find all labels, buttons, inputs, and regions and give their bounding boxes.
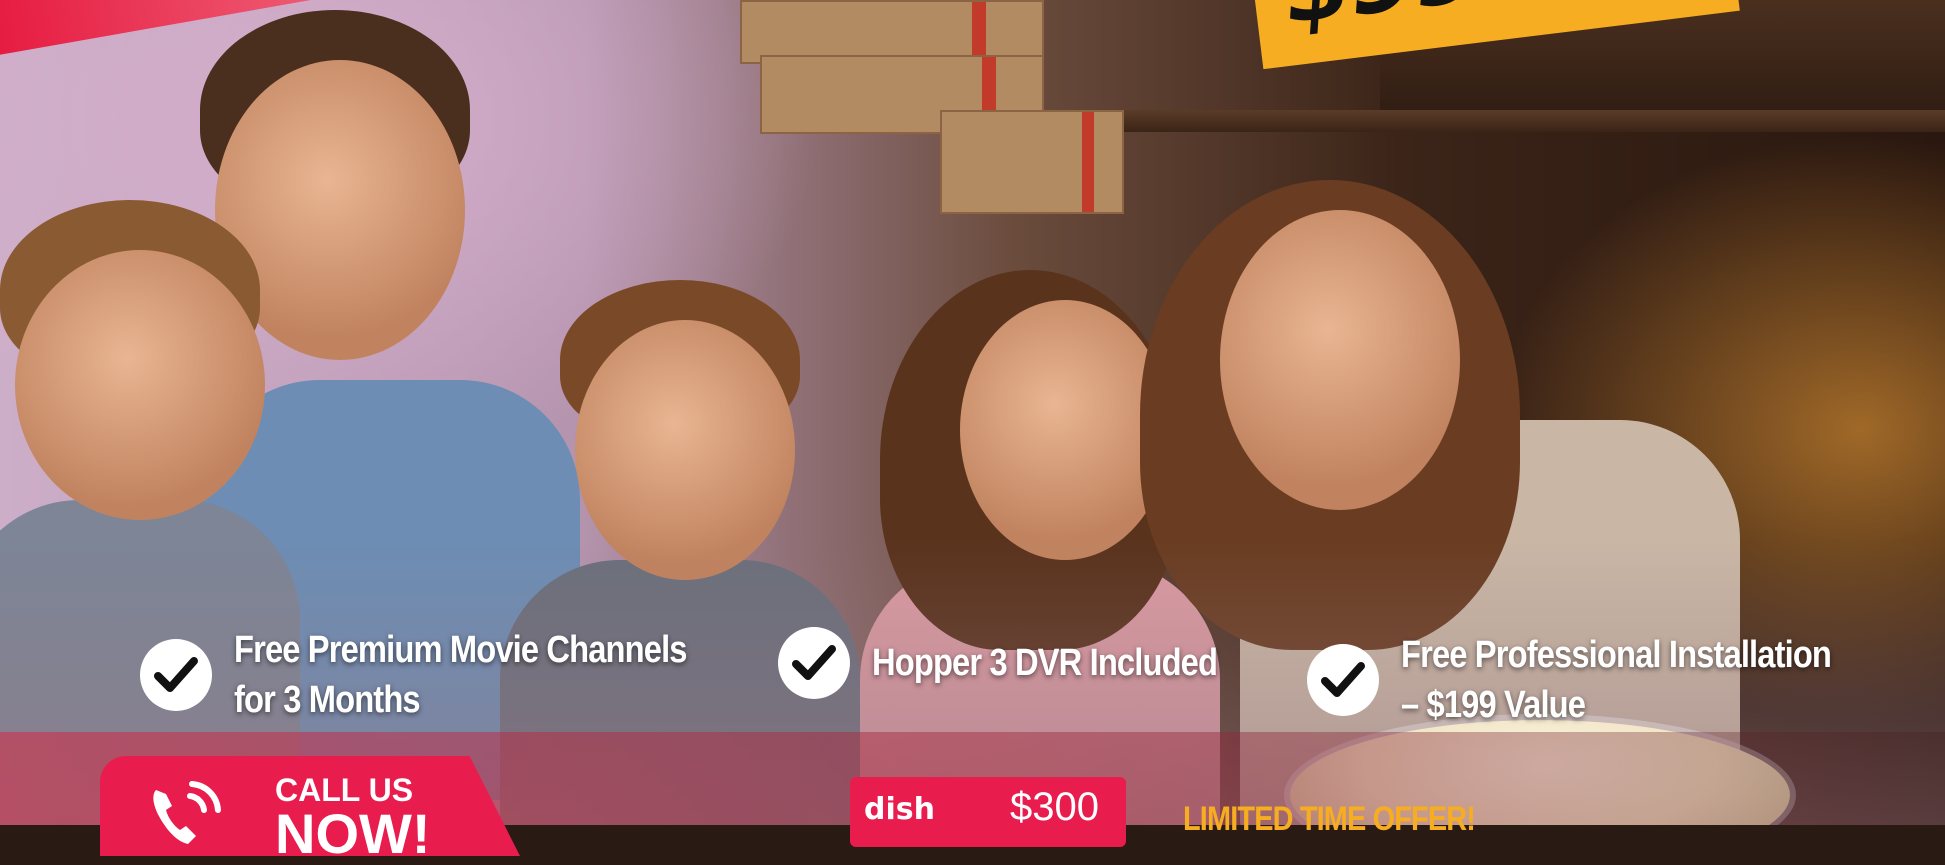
feature-line: – $199 Value	[1401, 684, 1586, 726]
wood-shelf	[1030, 110, 1945, 132]
call-now-button[interactable]: CALL US NOW!	[100, 756, 520, 856]
price-text: $99	[1277, 0, 1484, 46]
feature-text: Hopper 3 DVR Included	[872, 638, 1218, 688]
dish-amount: $300	[1010, 785, 1099, 829]
feature-hopper-dvr: Hopper 3 DVR Included	[778, 627, 1273, 699]
gift-box	[940, 110, 1124, 214]
feature-installation: Free Professional Installation – $199 Va…	[1307, 630, 1901, 730]
dish-offer-card: dish $300	[850, 777, 1126, 847]
limited-offer-text: LIMITED TIME OFFER!	[1183, 800, 1476, 838]
feature-line: Hopper 3 DVR Included	[872, 642, 1218, 684]
feature-movie-channels: Free Premium Movie Channels for 3 Months	[140, 625, 760, 725]
feature-line: for 3 Months	[234, 679, 421, 721]
check-icon	[1307, 644, 1379, 716]
check-icon	[140, 639, 212, 711]
feature-line: Free Premium Movie Channels	[234, 629, 687, 671]
feature-text: Free Professional Installation – $199 Va…	[1401, 630, 1832, 730]
feature-line: Free Professional Installation	[1401, 634, 1832, 676]
dish-logo: dish	[864, 792, 935, 827]
call-now-text: NOW!	[275, 802, 431, 865]
check-icon	[778, 627, 850, 699]
feature-text: Free Premium Movie Channels for 3 Months	[234, 625, 687, 725]
phone-icon	[153, 781, 221, 844]
